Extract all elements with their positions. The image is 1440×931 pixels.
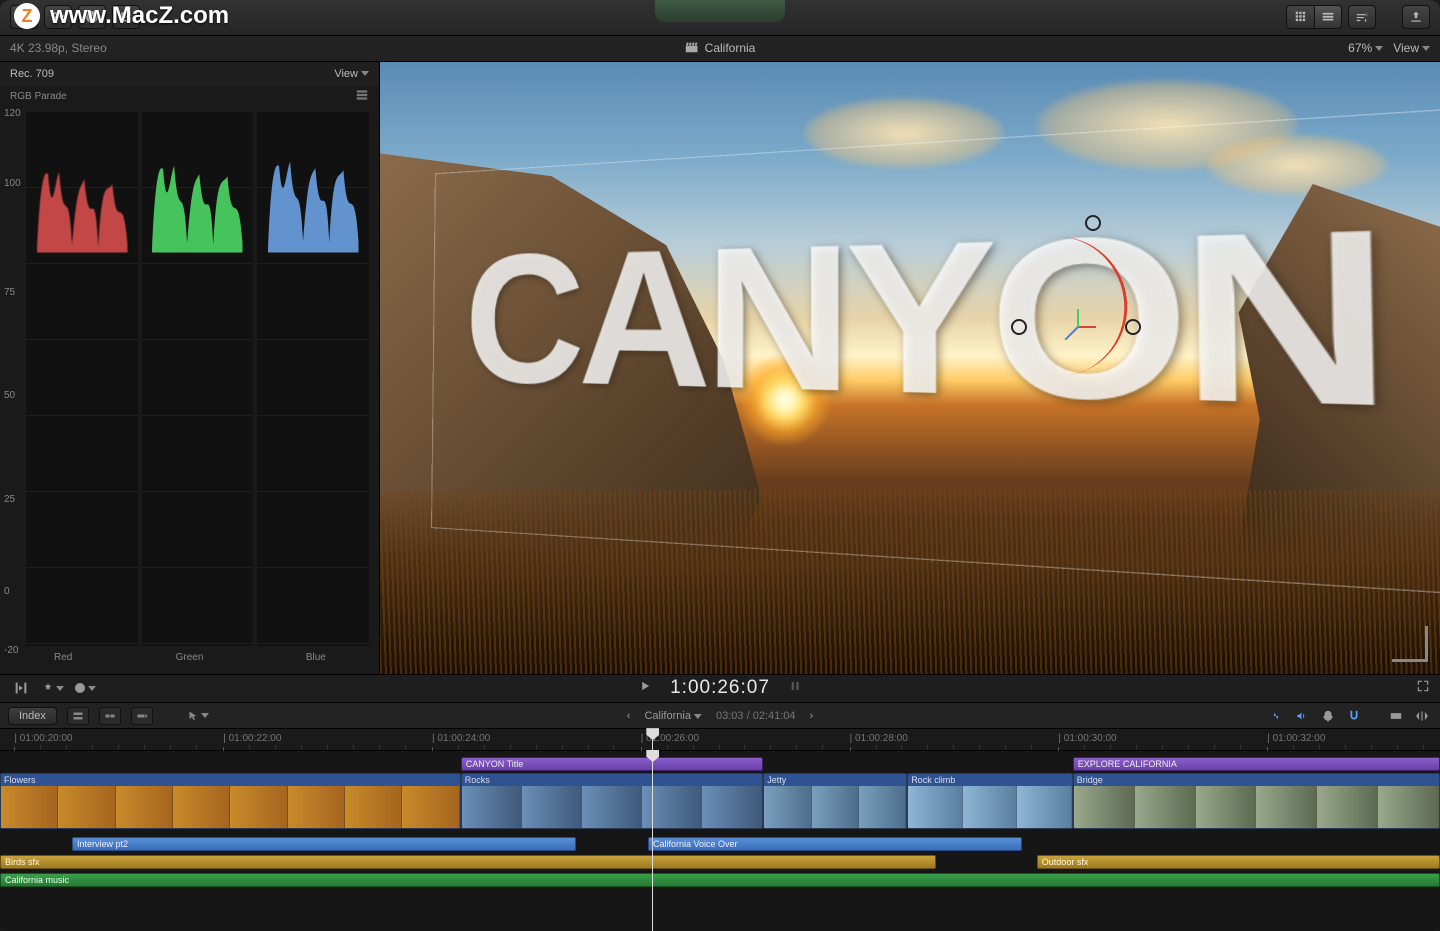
clip-appearance-icon[interactable] bbox=[1386, 707, 1406, 725]
title-clip[interactable]: CANYON Title bbox=[461, 757, 763, 771]
y-tick: 50 bbox=[4, 390, 15, 401]
prev-edit-icon[interactable]: ‹ bbox=[627, 710, 631, 722]
share-button[interactable] bbox=[1402, 5, 1430, 29]
clip-format-label: 4K 23.98p, Stereo bbox=[10, 41, 107, 55]
playhead[interactable] bbox=[652, 751, 653, 931]
ruler-tick: | 01:00:24:00 bbox=[432, 733, 490, 744]
music-audio-clip[interactable]: California music bbox=[0, 873, 1440, 887]
scope-green-channel bbox=[142, 112, 254, 646]
rotation-end-handle[interactable] bbox=[1085, 215, 1101, 231]
scope-red-channel bbox=[26, 112, 138, 646]
channel-label-green: Green bbox=[126, 652, 252, 674]
sfx-audio-clip[interactable]: Outdoor sfx bbox=[1037, 855, 1440, 869]
fullscreen-icon[interactable] bbox=[1416, 679, 1430, 698]
camera-notch bbox=[655, 0, 785, 22]
import-button[interactable] bbox=[10, 5, 38, 29]
retime-tool-icon[interactable] bbox=[74, 679, 96, 697]
sfx-audio-clip[interactable]: Birds sfx bbox=[0, 855, 936, 869]
timeline-chapter-info: 03:03 / 02:41:04 bbox=[716, 710, 796, 722]
channel-label-red: Red bbox=[0, 652, 126, 674]
anchor-handle[interactable] bbox=[1011, 319, 1027, 335]
y-tick: 75 bbox=[4, 287, 15, 298]
next-edit-icon[interactable]: › bbox=[810, 710, 814, 722]
layout-list-button[interactable] bbox=[1314, 5, 1342, 29]
scope-color-space-label: Rec. 709 bbox=[10, 68, 54, 80]
background-tasks-button[interactable] bbox=[78, 5, 106, 29]
keyword-button[interactable] bbox=[44, 5, 72, 29]
timeline-ruler[interactable]: | 01:00:20:00 | 01:00:22:00 | 01:00:24:00 |… bbox=[0, 729, 1440, 751]
video-scopes-panel: Rec. 709 View RGB Parade 120 100 75 50 2… bbox=[0, 62, 380, 674]
skimming-toggle-icon[interactable] bbox=[1266, 707, 1286, 725]
channel-label-blue: Blue bbox=[253, 652, 379, 674]
project-name-label: California bbox=[705, 41, 756, 55]
scope-settings-icon[interactable] bbox=[355, 88, 369, 105]
y-tick: 100 bbox=[4, 178, 21, 189]
skimming-tool-icon[interactable] bbox=[10, 679, 32, 697]
anchor-handle[interactable] bbox=[1125, 319, 1141, 335]
connect-clip-icon[interactable] bbox=[67, 707, 89, 725]
scopes-body: 120 100 75 50 25 0 -20 bbox=[0, 108, 379, 652]
viewer-view-menu[interactable]: View bbox=[1393, 41, 1430, 55]
viewer-resize-corner-icon[interactable] bbox=[1392, 626, 1428, 662]
3d-axis-gizmo[interactable] bbox=[1058, 306, 1098, 346]
ruler-tick: | 01:00:28:00 bbox=[850, 733, 908, 744]
video-clip[interactable]: Flowers bbox=[0, 773, 461, 829]
insert-clip-icon[interactable] bbox=[99, 707, 121, 725]
timeline-zoom-icon[interactable] bbox=[1412, 707, 1432, 725]
video-clip[interactable]: Bridge bbox=[1073, 773, 1440, 829]
inspector-toggle-button[interactable] bbox=[1348, 5, 1376, 29]
timecode-display[interactable]: 1:00:26:07 bbox=[670, 677, 770, 699]
ruler-tick: | 01:00:20:00 bbox=[14, 733, 72, 744]
y-tick: 25 bbox=[4, 494, 15, 505]
video-clip[interactable]: Rocks bbox=[461, 773, 763, 829]
video-clip[interactable]: Jetty bbox=[763, 773, 907, 829]
clapper-icon bbox=[685, 40, 699, 57]
ruler-tick: | 01:00:30:00 bbox=[1058, 733, 1116, 744]
y-tick: 0 bbox=[4, 586, 10, 597]
layout-grid-button[interactable] bbox=[1286, 5, 1314, 29]
scopes-view-menu[interactable]: View bbox=[334, 68, 369, 80]
solo-toggle-icon[interactable] bbox=[1318, 707, 1338, 725]
audio-skim-toggle-icon[interactable] bbox=[1292, 707, 1312, 725]
timeline[interactable]: CANYON TitleEXPLORE CALIFORNIAFlowersRoc… bbox=[0, 751, 1440, 931]
timeline-header: Index ‹ California 03:03 / 02:41:04 › bbox=[0, 703, 1440, 729]
viewer[interactable]: CANYON bbox=[380, 62, 1440, 674]
play-icon[interactable] bbox=[638, 679, 652, 697]
title-clip[interactable]: EXPLORE CALIFORNIA bbox=[1073, 757, 1440, 771]
playhead[interactable] bbox=[652, 729, 653, 751]
arrow-tool-icon[interactable] bbox=[187, 707, 209, 725]
timeline-project-name[interactable]: California bbox=[644, 710, 702, 722]
scope-mode-label: RGB Parade bbox=[10, 91, 67, 102]
y-tick: -20 bbox=[4, 645, 18, 656]
pause-icon[interactable] bbox=[788, 679, 802, 697]
scope-blue-channel bbox=[257, 112, 369, 646]
share-indicator-button[interactable] bbox=[112, 5, 140, 29]
append-clip-icon[interactable] bbox=[131, 707, 153, 725]
info-bar: 4K 23.98p, Stereo California 67% View bbox=[0, 36, 1440, 62]
timeline-index-button[interactable]: Index bbox=[8, 707, 57, 725]
dialog-audio-clip[interactable]: California Voice Over bbox=[648, 837, 1022, 851]
browser-layout-group bbox=[1286, 5, 1342, 29]
y-tick: 120 bbox=[4, 108, 21, 119]
video-clip[interactable]: Rock climb bbox=[907, 773, 1073, 829]
dialog-audio-clip[interactable]: Interview pt2 bbox=[72, 837, 576, 851]
transport-bar: 1:00:26:07 bbox=[0, 674, 1440, 704]
ruler-tick: | 01:00:32:00 bbox=[1267, 733, 1325, 744]
viewer-zoom-menu[interactable]: 67% bbox=[1348, 41, 1383, 55]
app-window: Z www.MacZ.com 4K 23.98p, Stereo Califor… bbox=[0, 0, 1440, 931]
snapping-toggle-icon[interactable] bbox=[1344, 707, 1364, 725]
effects-tool-icon[interactable] bbox=[42, 679, 64, 697]
ruler-tick: | 01:00:22:00 bbox=[223, 733, 281, 744]
